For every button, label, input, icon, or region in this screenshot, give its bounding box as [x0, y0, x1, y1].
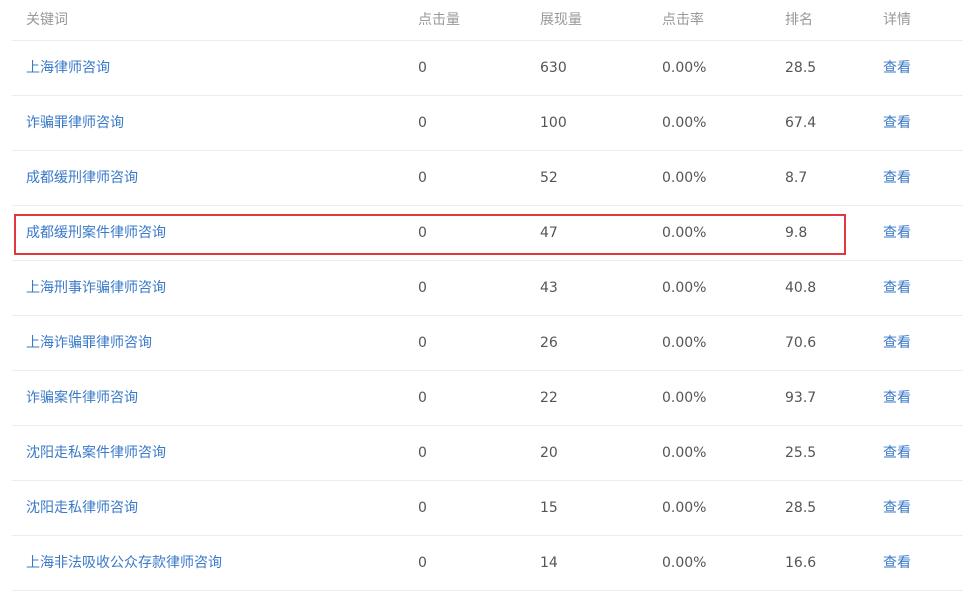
keyword-link[interactable]: 上海诈骗罪律师咨询 — [26, 316, 152, 371]
rank-value: 9.8 — [785, 225, 808, 241]
view-detail-link[interactable]: 查看 — [883, 41, 911, 96]
header-rank: 排名 — [785, 12, 813, 28]
clicks-value: 0 — [418, 170, 427, 186]
impressions-value: 20 — [540, 445, 558, 461]
ctr-value: 0.00% — [662, 280, 707, 296]
ctr-value: 0.00% — [662, 500, 707, 516]
keyword-link[interactable]: 上海非法吸收公众存款律师咨询 — [26, 536, 222, 591]
impressions-value: 47 — [540, 225, 558, 241]
keyword-table: 关键词 点击量 展现量 点击率 排名 详情 上海律师咨询 0 630 0.00%… — [12, 0, 963, 591]
clicks-value: 0 — [418, 390, 427, 406]
clicks-value: 0 — [418, 500, 427, 516]
ctr-value: 0.00% — [662, 115, 707, 131]
table-row: 诈骗案件律师咨询 0 22 0.00% 93.7 查看 — [12, 371, 963, 426]
ctr-value: 0.00% — [662, 225, 707, 241]
ctr-value: 0.00% — [662, 60, 707, 76]
keyword-link[interactable]: 诈骗罪律师咨询 — [26, 96, 124, 151]
table-row: 上海诈骗罪律师咨询 0 26 0.00% 70.6 查看 — [12, 316, 963, 371]
view-detail-link[interactable]: 查看 — [883, 426, 911, 481]
keyword-link[interactable]: 上海律师咨询 — [26, 41, 110, 96]
table-row-highlighted: 成都缓刑案件律师咨询 0 47 0.00% 9.8 查看 — [12, 206, 963, 261]
keyword-link[interactable]: 诈骗案件律师咨询 — [26, 371, 138, 426]
ctr-value: 0.00% — [662, 555, 707, 571]
rank-value: 40.8 — [785, 280, 817, 296]
impressions-value: 14 — [540, 555, 558, 571]
rank-value: 28.5 — [785, 500, 817, 516]
header-clicks: 点击量 — [418, 12, 460, 28]
impressions-value: 26 — [540, 335, 558, 351]
header-ctr: 点击率 — [662, 12, 704, 28]
clicks-value: 0 — [418, 555, 427, 571]
table-header: 关键词 点击量 展现量 点击率 排名 详情 — [12, 0, 963, 41]
table-row: 沈阳走私律师咨询 0 15 0.00% 28.5 查看 — [12, 481, 963, 536]
table-row: 沈阳走私案件律师咨询 0 20 0.00% 25.5 查看 — [12, 426, 963, 481]
ctr-value: 0.00% — [662, 170, 707, 186]
view-detail-link[interactable]: 查看 — [883, 316, 911, 371]
ctr-value: 0.00% — [662, 390, 707, 406]
clicks-value: 0 — [418, 225, 427, 241]
impressions-value: 100 — [540, 115, 567, 131]
header-impressions: 展现量 — [540, 12, 582, 28]
rank-value: 93.7 — [785, 390, 817, 406]
view-detail-link[interactable]: 查看 — [883, 481, 911, 536]
impressions-value: 52 — [540, 170, 558, 186]
impressions-value: 630 — [540, 60, 567, 76]
keyword-link[interactable]: 沈阳走私律师咨询 — [26, 481, 138, 536]
view-detail-link[interactable]: 查看 — [883, 206, 911, 261]
keyword-link[interactable]: 成都缓刑律师咨询 — [26, 151, 138, 206]
table-row: 成都缓刑律师咨询 0 52 0.00% 8.7 查看 — [12, 151, 963, 206]
table-row: 诈骗罪律师咨询 0 100 0.00% 67.4 查看 — [12, 96, 963, 151]
view-detail-link[interactable]: 查看 — [883, 261, 911, 316]
rank-value: 8.7 — [785, 170, 808, 186]
table-row: 上海刑事诈骗律师咨询 0 43 0.00% 40.8 查看 — [12, 261, 963, 316]
clicks-value: 0 — [418, 335, 427, 351]
table-row: 上海非法吸收公众存款律师咨询 0 14 0.00% 16.6 查看 — [12, 536, 963, 591]
keyword-link[interactable]: 上海刑事诈骗律师咨询 — [26, 261, 166, 316]
view-detail-link[interactable]: 查看 — [883, 96, 911, 151]
view-detail-link[interactable]: 查看 — [883, 371, 911, 426]
clicks-value: 0 — [418, 280, 427, 296]
rank-value: 70.6 — [785, 335, 817, 351]
header-keyword: 关键词 — [26, 12, 68, 28]
clicks-value: 0 — [418, 445, 427, 461]
header-detail: 详情 — [883, 12, 911, 28]
view-detail-link[interactable]: 查看 — [883, 151, 911, 206]
ctr-value: 0.00% — [662, 445, 707, 461]
impressions-value: 15 — [540, 500, 558, 516]
rank-value: 67.4 — [785, 115, 817, 131]
impressions-value: 43 — [540, 280, 558, 296]
keyword-link[interactable]: 沈阳走私案件律师咨询 — [26, 426, 166, 481]
clicks-value: 0 — [418, 115, 427, 131]
rank-value: 16.6 — [785, 555, 817, 571]
view-detail-link[interactable]: 查看 — [883, 536, 911, 591]
ctr-value: 0.00% — [662, 335, 707, 351]
keyword-link[interactable]: 成都缓刑案件律师咨询 — [26, 206, 166, 261]
impressions-value: 22 — [540, 390, 558, 406]
clicks-value: 0 — [418, 60, 427, 76]
rank-value: 25.5 — [785, 445, 817, 461]
rank-value: 28.5 — [785, 60, 817, 76]
table-row: 上海律师咨询 0 630 0.00% 28.5 查看 — [12, 41, 963, 96]
